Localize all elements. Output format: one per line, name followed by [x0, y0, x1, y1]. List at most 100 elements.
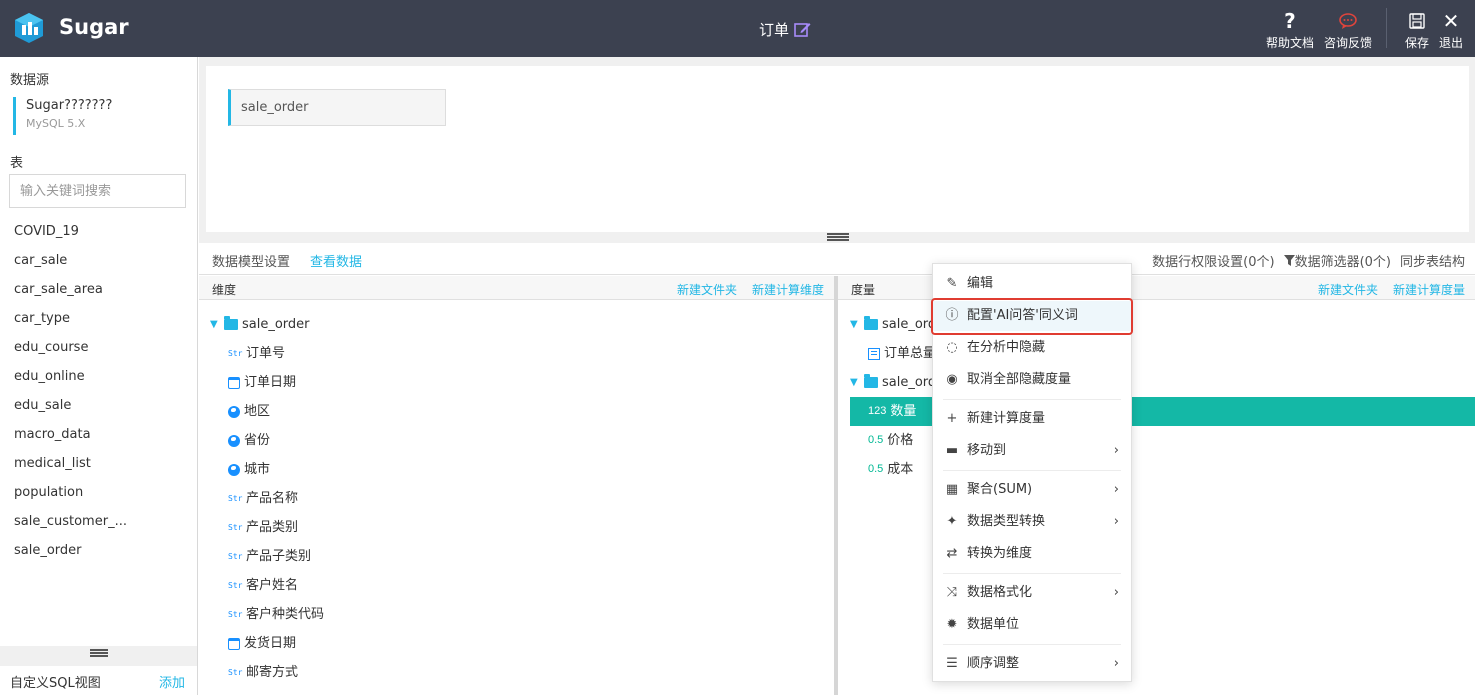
model-canvas: sale_order	[206, 66, 1469, 232]
dimension-field[interactable]: Str 订单号	[210, 339, 830, 368]
dimension-field[interactable]: 订单日期	[210, 368, 830, 397]
table-list: COVID_19 car_sale car_sale_area car_type…	[0, 217, 197, 565]
new-calc-measure-button[interactable]: 新建计算度量	[1393, 281, 1465, 298]
shuffle-icon: ⤨	[946, 585, 958, 600]
eye-icon: ◉	[946, 372, 958, 387]
dimension-folder[interactable]: ▼ sale_order	[210, 310, 830, 339]
datasource-item[interactable]: Sugar??????? MySQL 5.X	[13, 97, 112, 135]
table-item[interactable]: sale_order	[0, 536, 197, 565]
globe-icon	[228, 463, 240, 476]
table-item[interactable]: macro_data	[0, 420, 197, 449]
dimension-field[interactable]: Str 产品子类别	[210, 542, 830, 571]
table-item[interactable]: car_sale_area	[0, 275, 197, 304]
table-item[interactable]: population	[0, 478, 197, 507]
list-icon: ☰	[946, 656, 958, 671]
menu-item-unit[interactable]: ✹ 数据单位	[933, 610, 1131, 640]
chevron-right-icon: ›	[1113, 656, 1119, 671]
table-item[interactable]: edu_course	[0, 333, 197, 362]
save-button[interactable]: 保存	[1405, 8, 1429, 51]
chevron-right-icon: ›	[1113, 585, 1119, 600]
top-bar: Sugar 订单 ? 帮助文档 咨询反馈 保存 ✕ 退出	[0, 0, 1475, 57]
table-item[interactable]: medical_list	[0, 449, 197, 478]
document-title-text: 订单	[759, 21, 790, 39]
dimension-field[interactable]: 地区	[210, 397, 830, 426]
swap-icon: ⇄	[946, 546, 958, 561]
menu-item-order[interactable]: ☰ 顺序调整 ›	[933, 649, 1131, 679]
chevron-right-icon: ›	[1113, 443, 1119, 458]
custom-sql-label: 自定义SQL视图	[10, 676, 101, 691]
question-circle-icon: ⓘ	[945, 308, 959, 323]
edit-icon: ✎	[946, 276, 958, 291]
row-permission-link[interactable]: 数据行权限设置(0个)	[1152, 251, 1274, 270]
menu-item-unhide-all[interactable]: ◉ 取消全部隐藏度量	[933, 365, 1131, 395]
dimension-field[interactable]: Str 客户姓名	[210, 571, 830, 600]
calendar-icon	[228, 637, 240, 650]
sync-schema-link[interactable]: 同步表结构	[1400, 251, 1465, 270]
menu-item-aggregate[interactable]: ▦ 聚合(SUM) ›	[933, 475, 1131, 505]
canvas-resize-handle[interactable]	[827, 233, 849, 241]
gear-icon: ✹	[946, 617, 958, 632]
datasource-label: 数据源	[10, 73, 50, 88]
feedback-button[interactable]: 咨询反馈	[1324, 8, 1372, 51]
table-item[interactable]: sale_customer_...	[0, 507, 197, 536]
table-item[interactable]: COVID_19	[0, 217, 197, 246]
datasource-type: MySQL 5.X	[26, 117, 86, 130]
menu-item-hide[interactable]: ◌ 在分析中隐藏	[933, 333, 1131, 363]
folder-icon	[864, 374, 878, 388]
calculator-icon: ▦	[945, 482, 959, 497]
chevron-down-icon[interactable]: ▼	[850, 368, 860, 397]
menu-item-to-dimension[interactable]: ⇄ 转换为维度	[933, 539, 1131, 569]
globe-icon	[228, 434, 240, 447]
table-search-input[interactable]	[9, 174, 186, 208]
panel-splitter[interactable]	[834, 276, 838, 695]
dimension-field[interactable]: 城市	[210, 455, 830, 484]
dimension-field[interactable]: Str 客户种类代码	[210, 600, 830, 629]
model-bar-actions: 数据行权限设置(0个) 数据筛选器(0个) 同步表结构	[1152, 251, 1465, 270]
table-item[interactable]: car_type	[0, 304, 197, 333]
new-calc-dimension-button[interactable]: 新建计算维度	[752, 281, 824, 298]
new-folder-button[interactable]: 新建文件夹	[677, 281, 737, 298]
menu-separator	[943, 644, 1121, 645]
chevron-down-icon[interactable]: ▼	[850, 310, 860, 339]
table-item[interactable]: car_sale	[0, 246, 197, 275]
eye-slash-icon: ◌	[946, 340, 958, 355]
dimension-field[interactable]: Str 产品名称	[210, 484, 830, 513]
context-menu: ✎ 编辑 ⓘ 配置'AI问答'同义词 ◌ 在分析中隐藏 ◉ 取消全部隐藏度量 + 新建计算…	[932, 263, 1132, 682]
dimension-field[interactable]: Str 产品类别	[210, 513, 830, 542]
menu-item-new-calc-measure[interactable]: + 新建计算度量	[933, 404, 1131, 434]
dimension-field[interactable]: 发货日期	[210, 629, 830, 658]
menu-item-type-convert[interactable]: ✦ 数据类型转换 ›	[933, 507, 1131, 537]
canvas-table-chip[interactable]: sale_order	[228, 89, 446, 126]
chevron-down-icon[interactable]: ▼	[210, 310, 220, 339]
menu-item-ai-synonyms[interactable]: ⓘ 配置'AI问答'同义词	[933, 301, 1131, 331]
document-title[interactable]: 订单	[759, 19, 811, 40]
custom-sql-add-link[interactable]: 添加	[159, 672, 185, 691]
menu-item-move-to[interactable]: ▬ 移动到 ›	[933, 436, 1131, 466]
close-icon: ✕	[1442, 9, 1460, 33]
resize-handle[interactable]	[89, 649, 108, 657]
table-item[interactable]: edu_online	[0, 362, 197, 391]
folder-icon	[224, 316, 238, 330]
sugar-logo-icon	[15, 13, 43, 43]
menu-item-edit[interactable]: ✎ 编辑	[933, 269, 1131, 299]
view-data-link[interactable]: 查看数据	[310, 251, 362, 270]
data-filter-link[interactable]: 数据筛选器(0个)	[1283, 251, 1391, 270]
exit-button[interactable]: ✕ 退出	[1439, 8, 1463, 51]
string-type-icon: Str	[228, 668, 243, 677]
menu-item-format[interactable]: ⤨ 数据格式化 ›	[933, 578, 1131, 608]
model-settings-bar: 数据模型设置 查看数据 数据行权限设置(0个) 数据筛选器(0个) 同步表结构	[199, 243, 1475, 275]
folder-icon: ▬	[945, 443, 959, 458]
dimension-field[interactable]: Str 邮寄方式	[210, 658, 830, 687]
help-docs-button[interactable]: ? 帮助文档	[1266, 8, 1314, 51]
table-item[interactable]: edu_sale	[0, 391, 197, 420]
measure-title: 度量	[851, 283, 876, 297]
dimension-field[interactable]: 省份	[210, 426, 830, 455]
globe-icon	[228, 405, 240, 418]
dimension-tree: ▼ sale_order Str 订单号 订单日期 地区 省份 城市 Str 产品名称…	[210, 310, 830, 687]
decimal-type-icon: 0.5	[868, 463, 884, 475]
new-folder-button[interactable]: 新建文件夹	[1318, 281, 1378, 298]
aggregate-type-icon	[868, 347, 880, 360]
top-separator	[1385, 8, 1387, 48]
menu-separator	[943, 399, 1121, 400]
edit-icon[interactable]	[794, 21, 811, 38]
